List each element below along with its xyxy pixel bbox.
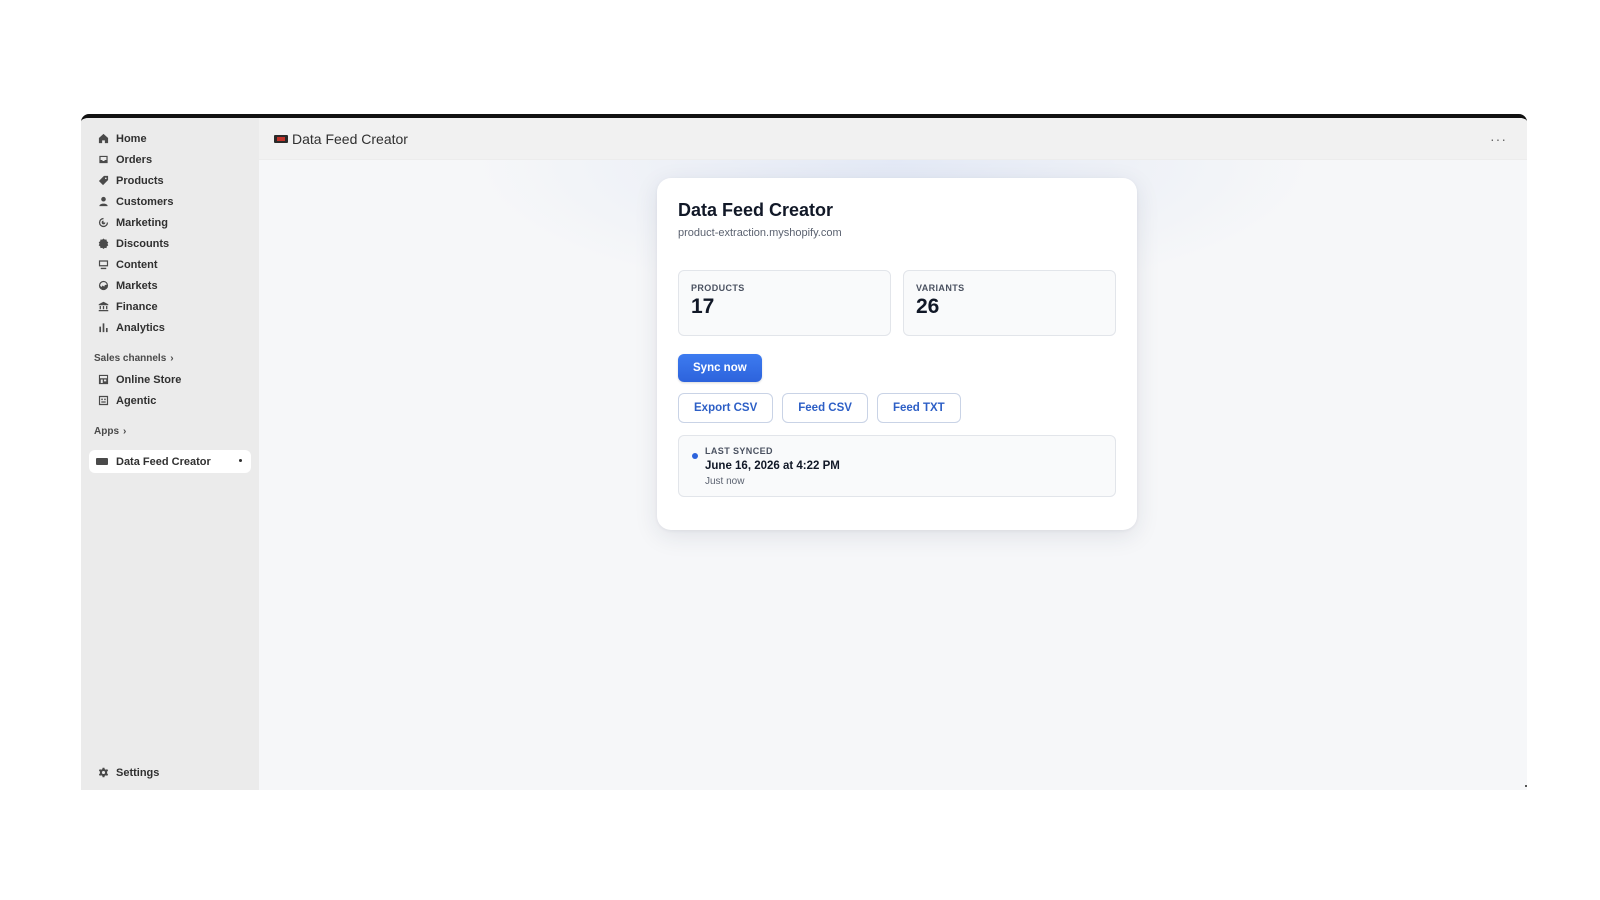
- sync-status-relative: Just now: [705, 476, 745, 487]
- person-icon: [96, 195, 110, 209]
- window-corner-marker: [1525, 785, 1527, 787]
- agent-icon: [96, 394, 110, 408]
- inbox-icon: [96, 153, 110, 167]
- sidebar-item-online-store[interactable]: Online Store: [89, 369, 251, 390]
- sales-channels-label: Sales channels: [94, 353, 167, 364]
- sidebar-item-label: Online Store: [116, 373, 182, 386]
- feed-card: Data Feed Creator product-extraction.mys…: [657, 178, 1137, 530]
- sidebar-item-marketing[interactable]: Marketing: [89, 212, 251, 233]
- sidebar-item-analytics[interactable]: Analytics: [89, 317, 251, 338]
- admin-window: Home Orders Products Customers Marketing…: [81, 114, 1527, 790]
- bank-icon: [96, 300, 110, 314]
- sidebar-item-home[interactable]: Home: [89, 128, 251, 149]
- export-buttons: Export CSV Feed CSV Feed TXT: [678, 393, 1116, 423]
- feed-txt-button[interactable]: Feed TXT: [876, 393, 961, 423]
- sidebar-item-orders[interactable]: Orders: [89, 149, 251, 170]
- variants-stat: VARIANTS 26: [903, 270, 1116, 336]
- sync-status: LAST SYNCED June 16, 2026 at 4:22 PM Jus…: [678, 435, 1116, 497]
- sidebar-item-discounts[interactable]: Discounts: [89, 233, 251, 254]
- discount-icon: [96, 237, 110, 251]
- chevron-right-icon: ›: [170, 353, 174, 364]
- sidebar-item-label: Content: [116, 258, 158, 271]
- apps-heading[interactable]: Apps ›: [89, 421, 251, 442]
- sync-status-date: June 16, 2026 at 4:22 PM: [705, 460, 840, 472]
- globe-icon: [96, 279, 110, 293]
- sidebar-item-label: Settings: [116, 766, 160, 779]
- gear-icon: [96, 766, 110, 780]
- tag-icon: [96, 174, 110, 188]
- sidebar-item-products[interactable]: Products: [89, 170, 251, 191]
- sidebar-item-data-feed-creator[interactable]: Data Feed Creator: [89, 450, 251, 473]
- sidebar-item-label: Products: [116, 174, 164, 187]
- stat-label: VARIANTS: [916, 283, 965, 293]
- main-area: Data Feed Creator ··· Data Feed Creator …: [259, 118, 1527, 790]
- more-actions-button[interactable]: ···: [1490, 131, 1507, 147]
- store-icon: [96, 373, 110, 387]
- sidebar-item-label: Markets: [116, 279, 158, 292]
- app-topbar: Data Feed Creator ···: [259, 118, 1527, 160]
- sidebar-item-label: Home: [116, 132, 147, 145]
- sales-channels-heading[interactable]: Sales channels ›: [89, 348, 251, 369]
- sidebar-item-label: Agentic: [116, 394, 157, 407]
- stat-label: PRODUCTS: [691, 283, 745, 293]
- sidebar-item-label: Marketing: [116, 216, 168, 229]
- export-csv-button[interactable]: Export CSV: [678, 393, 774, 423]
- sync-status-label: LAST SYNCED: [705, 446, 773, 456]
- card-title: Data Feed Creator: [678, 200, 834, 220]
- sidebar-item-markets[interactable]: Markets: [89, 275, 251, 296]
- pin-icon[interactable]: [239, 459, 242, 462]
- sidebar-item-settings[interactable]: Settings: [89, 762, 251, 783]
- apps-label: Apps: [94, 426, 119, 437]
- sidebar-item-customers[interactable]: Customers: [89, 191, 251, 212]
- sidebar-item-label: Data Feed Creator: [116, 455, 211, 468]
- app-icon: [274, 134, 288, 143]
- sidebar-item-label: Orders: [116, 153, 153, 166]
- store-domain: product-extraction.myshopify.com: [678, 227, 842, 239]
- products-stat: PRODUCTS 17: [678, 270, 891, 336]
- sidebar-item-content[interactable]: Content: [89, 254, 251, 275]
- stats-row: PRODUCTS 17 VARIANTS 26: [678, 270, 1116, 336]
- home-icon: [96, 132, 110, 146]
- status-dot-icon: [692, 453, 698, 459]
- sidebar-item-finance[interactable]: Finance: [89, 296, 251, 317]
- app-icon: [96, 458, 108, 465]
- sidebar-item-label: Customers: [116, 195, 174, 208]
- sync-now-button[interactable]: Sync now: [678, 354, 762, 382]
- stat-value: 26: [916, 295, 940, 318]
- sidebar-item-label: Discounts: [116, 237, 170, 250]
- sidebar-item-label: Analytics: [116, 321, 165, 334]
- sidebar-item-label: Finance: [116, 300, 158, 313]
- sidebar-item-agentic[interactable]: Agentic: [89, 390, 251, 411]
- app-title: Data Feed Creator: [292, 130, 408, 147]
- chevron-right-icon: ›: [123, 426, 127, 437]
- feed-csv-button[interactable]: Feed CSV: [782, 393, 868, 423]
- content-icon: [96, 258, 110, 272]
- bar-chart-icon: [96, 321, 110, 335]
- app-content: Data Feed Creator product-extraction.mys…: [259, 160, 1527, 790]
- sidebar: Home Orders Products Customers Marketing…: [81, 118, 259, 790]
- stat-value: 17: [691, 295, 715, 318]
- target-icon: [96, 216, 110, 230]
